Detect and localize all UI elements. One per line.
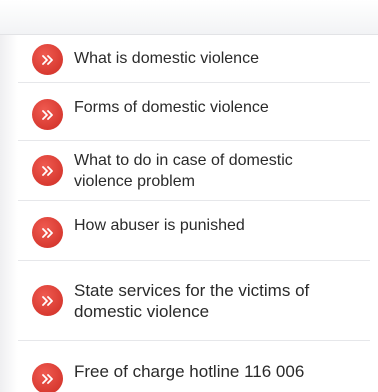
double-chevron-right-icon bbox=[32, 99, 63, 130]
menu-item-label: Free of charge hotline 116 006 bbox=[74, 362, 305, 381]
double-chevron-right-icon bbox=[32, 285, 63, 316]
menu-item-hotline[interactable]: Free of charge hotline 116 006 bbox=[18, 341, 370, 392]
menu-item-state-services[interactable]: State services for the victims of domest… bbox=[18, 261, 370, 341]
double-chevron-right-icon bbox=[32, 363, 63, 392]
menu-item-label: State services for the victims of domest… bbox=[74, 281, 310, 321]
menu-item-label: How abuser is punished bbox=[74, 217, 245, 234]
double-chevron-right-icon bbox=[32, 217, 63, 248]
menu-item-what-is-domestic-violence[interactable]: What is domestic violence bbox=[18, 35, 370, 83]
app-screen: What is domestic violence Forms of domes… bbox=[0, 0, 378, 392]
menu-item-label: What is domestic violence bbox=[74, 50, 259, 67]
double-chevron-right-icon bbox=[32, 155, 63, 186]
menu-item-label: What to do in case of domestic violence … bbox=[74, 152, 293, 190]
menu-item-label: Forms of domestic violence bbox=[74, 99, 269, 116]
top-bar bbox=[0, 0, 378, 35]
menu-item-what-to-do[interactable]: What to do in case of domestic violence … bbox=[18, 141, 370, 201]
menu-item-how-abuser-is-punished[interactable]: How abuser is punished bbox=[18, 201, 370, 261]
menu-list: What is domestic violence Forms of domes… bbox=[18, 35, 370, 392]
menu-item-forms-of-domestic-violence[interactable]: Forms of domestic violence bbox=[18, 83, 370, 141]
left-edge bbox=[0, 0, 18, 392]
double-chevron-right-icon bbox=[32, 44, 63, 75]
